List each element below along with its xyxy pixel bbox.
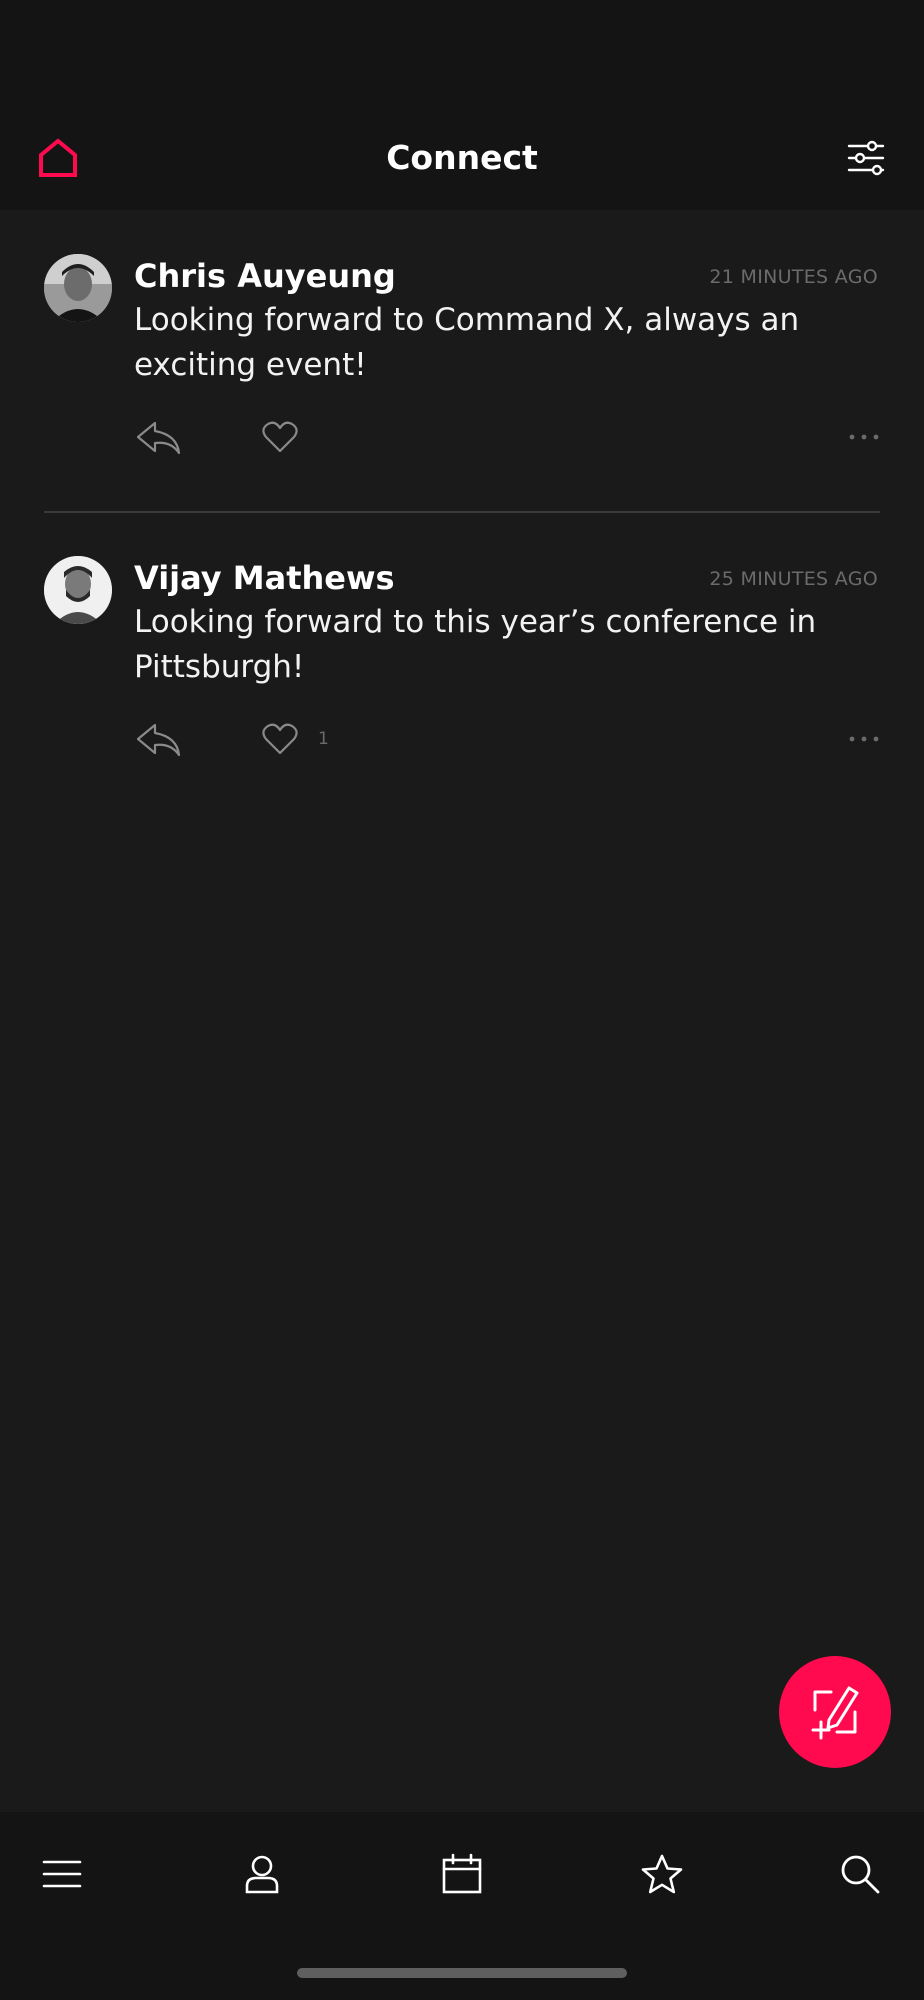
post-author[interactable]: Vijay Mathews — [134, 556, 395, 600]
post-body: Looking forward to Command X, always an … — [134, 302, 800, 383]
reply-icon — [136, 421, 181, 455]
more-icon — [849, 736, 879, 742]
post-actions: 1 — [134, 714, 884, 764]
compose-post-button[interactable] — [779, 1656, 891, 1768]
like-button[interactable] — [258, 412, 302, 462]
status-bar-area — [0, 0, 924, 110]
post-body: Looking forward to this year’s conferenc… — [134, 604, 817, 685]
top-nav-bar: Connect — [0, 110, 924, 210]
more-icon — [849, 434, 879, 440]
more-options-button[interactable] — [844, 412, 884, 462]
tab-profile[interactable] — [230, 1842, 294, 1906]
calendar-icon — [442, 1853, 482, 1894]
reply-button[interactable] — [134, 412, 184, 462]
avatar[interactable] — [44, 556, 112, 624]
page-title: Connect — [386, 138, 538, 177]
compose-icon — [811, 1686, 859, 1740]
tab-favorites[interactable] — [630, 1842, 694, 1906]
search-icon — [841, 1855, 880, 1894]
post-author[interactable]: Chris Auyeung — [134, 254, 396, 298]
like-button[interactable] — [258, 714, 302, 764]
like-count: 1 — [318, 729, 329, 749]
tab-menu[interactable] — [30, 1842, 94, 1906]
more-options-button[interactable] — [844, 714, 884, 764]
post-timestamp: 21 MINUTES AGO — [709, 266, 878, 288]
menu-icon — [42, 1860, 82, 1888]
home-indicator — [297, 1968, 627, 1978]
post-item: Chris Auyeung 21 MINUTES AGO Looking for… — [0, 210, 924, 512]
post-timestamp: 25 MINUTES AGO — [709, 568, 878, 590]
person-icon — [245, 1855, 279, 1894]
tab-search[interactable] — [828, 1842, 892, 1906]
reply-button[interactable] — [134, 714, 184, 764]
heart-icon — [262, 723, 298, 755]
filter-button[interactable] — [842, 132, 890, 184]
heart-icon — [262, 421, 298, 453]
tab-schedule[interactable] — [430, 1842, 494, 1906]
post-actions — [134, 412, 884, 462]
post-feed: Chris Auyeung 21 MINUTES AGO Looking for… — [0, 210, 924, 814]
avatar[interactable] — [44, 254, 112, 322]
star-icon — [641, 1854, 683, 1894]
reply-icon — [136, 723, 181, 757]
sliders-icon — [847, 140, 885, 176]
post-item: Vijay Mathews 25 MINUTES AGO Looking for… — [0, 512, 924, 814]
